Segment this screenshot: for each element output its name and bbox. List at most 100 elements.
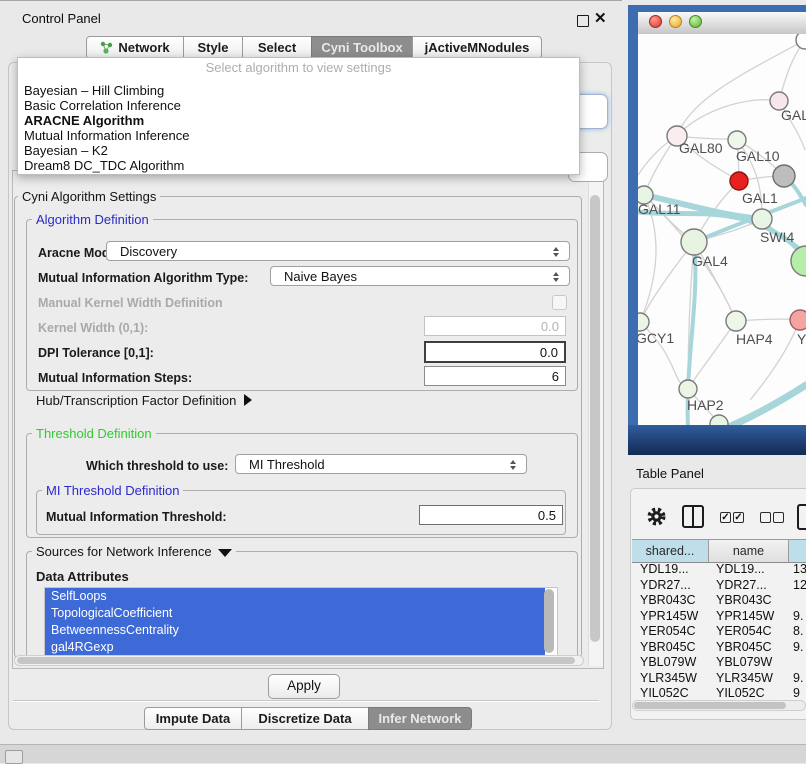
- dropdown-placeholder: Select algorithm to view settings: [18, 60, 579, 75]
- tab-discretize-data[interactable]: Discretize Data: [241, 707, 369, 730]
- node-label: GAL80: [679, 140, 723, 156]
- unchecked-checkbox-icon[interactable]: [773, 512, 784, 523]
- manual-kernel-checkbox[interactable]: [552, 295, 567, 310]
- apply-button[interactable]: Apply: [268, 674, 340, 699]
- tab-impute-data[interactable]: Impute Data: [144, 707, 242, 730]
- table-cell: 9.: [789, 640, 806, 656]
- mi-type-combobox[interactable]: Naive Bayes: [270, 266, 570, 286]
- minimize-traffic-light-icon[interactable]: [669, 15, 682, 28]
- column-header[interactable]: shared...: [632, 540, 709, 562]
- table-cell: 13: [789, 562, 806, 578]
- horizontal-scrollbar-thumb[interactable]: [17, 657, 575, 664]
- sources-toggle[interactable]: Sources for Network Inference: [32, 544, 236, 559]
- checked-checkbox-icon[interactable]: ✓: [733, 512, 744, 523]
- table-cell: YLR345W: [632, 671, 709, 687]
- column-header[interactable]: [789, 540, 806, 562]
- list-item[interactable]: BetweennessCentrality: [45, 622, 545, 639]
- mi-threshold-field[interactable]: 0.5: [419, 505, 563, 525]
- table-row[interactable]: YLR345WYLR345W9.: [632, 671, 806, 687]
- network-canvas[interactable]: GALGAL80GAL10GAL1GAL11SWI4GAL4GCY1HAP4YH…: [638, 34, 806, 425]
- table-cell: YBL079W: [709, 655, 789, 671]
- network-node[interactable]: [681, 229, 707, 255]
- tab-select[interactable]: Select: [242, 36, 312, 59]
- float-window-icon[interactable]: [577, 15, 589, 27]
- table-horizontal-scrollbar-thumb[interactable]: [634, 702, 786, 709]
- dpi-tolerance-field[interactable]: 0.0: [424, 341, 566, 363]
- group-legend: Threshold Definition: [32, 426, 156, 441]
- combo-value: MI Threshold: [249, 457, 325, 472]
- network-node[interactable]: [791, 246, 806, 276]
- tab-cyni-toolbox[interactable]: Cyni Toolbox: [311, 36, 413, 59]
- table-cell: 9.: [789, 671, 806, 687]
- table-cell: YDR27...: [709, 578, 789, 594]
- tab-infer-network[interactable]: Infer Network: [368, 707, 472, 730]
- unchecked-checkbox-icon[interactable]: [760, 512, 771, 523]
- kernel-width-field[interactable]: 0.0: [424, 316, 566, 336]
- network-node[interactable]: [728, 131, 746, 149]
- hub-definition-toggle[interactable]: Hub/Transcription Factor Definition: [36, 393, 252, 408]
- network-node[interactable]: [790, 310, 806, 330]
- list-scrollbar-thumb[interactable]: [544, 589, 554, 653]
- close-icon[interactable]: ✕: [594, 9, 607, 27]
- dropdown-item[interactable]: Bayesian – Hill Climbing: [24, 83, 164, 98]
- vertical-scrollbar-thumb[interactable]: [590, 195, 600, 642]
- column-header[interactable]: name: [709, 540, 789, 562]
- window-top-border: [0, 0, 622, 1]
- mi-steps-field[interactable]: 6: [424, 366, 566, 386]
- tab-jactivemnodules[interactable]: jActiveMNodules: [412, 36, 542, 59]
- dropdown-item[interactable]: Mutual Information Inference: [24, 128, 189, 143]
- list-item[interactable]: gal4RGexp: [45, 639, 545, 656]
- table-cell: YBR045C: [709, 640, 789, 656]
- panel-icon[interactable]: [797, 504, 806, 530]
- table-row[interactable]: YPR145WYPR145W9.: [632, 609, 806, 625]
- network-node[interactable]: [773, 165, 795, 187]
- network-icon: [100, 41, 113, 54]
- node-label: HAP4: [736, 331, 773, 347]
- table-row[interactable]: YBR043CYBR043C: [632, 593, 806, 609]
- table-row[interactable]: YDL19...YDL19...13: [632, 562, 806, 578]
- dropdown-item[interactable]: Bayesian – K2: [24, 143, 108, 158]
- list-item[interactable]: SelfLoops: [45, 588, 545, 605]
- network-node[interactable]: [679, 380, 697, 398]
- network-node[interactable]: [796, 34, 806, 49]
- dpi-tolerance-label: DPI Tolerance [0,1]:: [38, 346, 154, 360]
- list-item[interactable]: TopologicalCoefficient: [45, 605, 545, 622]
- network-window-frame-bottom: [628, 425, 806, 455]
- network-node[interactable]: [638, 313, 649, 331]
- columns-icon[interactable]: [682, 505, 704, 528]
- dropdown-item[interactable]: Basic Correlation Inference: [24, 98, 181, 113]
- checked-checkbox-icon[interactable]: ✓: [720, 512, 731, 523]
- which-threshold-label: Which threshold to use:: [86, 459, 228, 473]
- network-node[interactable]: [726, 311, 746, 331]
- dropdown-item[interactable]: Dream8 DC_TDC Algorithm: [24, 158, 184, 173]
- which-threshold-combobox[interactable]: MI Threshold: [235, 454, 527, 474]
- table-row[interactable]: YBR045CYBR045C9.: [632, 640, 806, 656]
- table-row[interactable]: YBL079WYBL079W: [632, 655, 806, 671]
- group-legend: MI Threshold Definition: [42, 483, 183, 498]
- node-label: GAL10: [736, 148, 780, 164]
- data-attributes-list[interactable]: SelfLoops TopologicalCoefficient Between…: [44, 587, 558, 657]
- table-cell: YDL19...: [709, 562, 789, 578]
- table-row[interactable]: YDR27...YDR27...12: [632, 578, 806, 594]
- node-label: GAL1: [742, 190, 778, 206]
- dropdown-item-selected[interactable]: ARACNE Algorithm: [24, 113, 144, 128]
- hub-definition-label: Hub/Transcription Factor Definition: [36, 393, 236, 408]
- tab-network[interactable]: Network: [86, 36, 184, 59]
- mi-type-label: Mutual Information Algorithm Type:: [38, 271, 248, 285]
- network-window-titlebar[interactable]: [638, 12, 806, 35]
- network-node[interactable]: [730, 172, 748, 190]
- tab-style[interactable]: Style: [183, 36, 243, 59]
- mi-steps-label: Mutual Information Steps:: [38, 371, 192, 385]
- sources-legend: Sources for Network Inference: [36, 544, 212, 559]
- stepper-icon: [553, 247, 560, 257]
- gear-icon[interactable]: [646, 506, 667, 527]
- close-traffic-light-icon[interactable]: [649, 15, 662, 28]
- zoom-traffic-light-icon[interactable]: [689, 15, 702, 28]
- network-node[interactable]: [752, 209, 772, 229]
- table-row[interactable]: YER054CYER054C8.: [632, 624, 806, 640]
- table-cell: 12: [789, 578, 806, 594]
- aracne-mode-combobox[interactable]: Discovery: [106, 241, 570, 261]
- table-cell: YLR345W: [709, 671, 789, 687]
- mi-threshold-label: Mutual Information Threshold:: [46, 510, 227, 524]
- table-cell: [789, 655, 806, 671]
